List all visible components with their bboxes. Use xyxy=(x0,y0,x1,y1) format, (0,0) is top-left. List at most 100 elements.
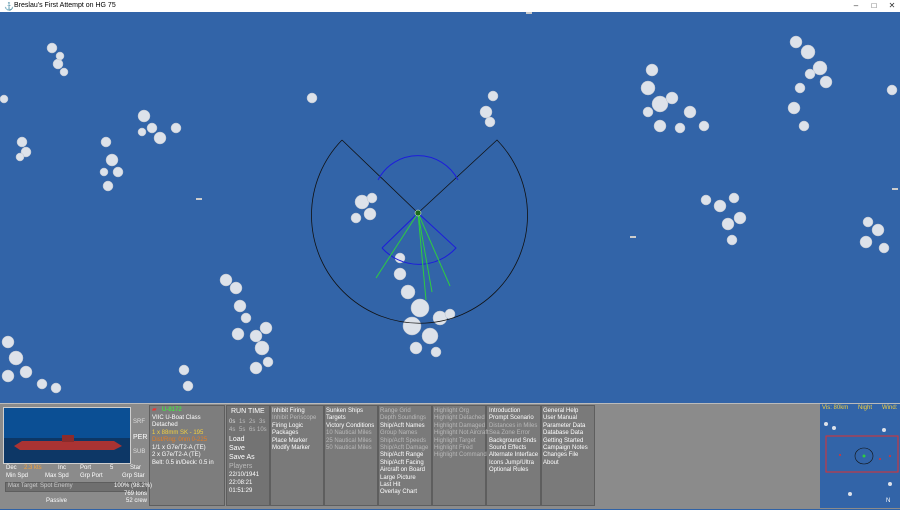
menu-item-ship-damage[interactable]: Ship/Acft Damage xyxy=(380,445,428,452)
menu-item-aircraft-on-board[interactable]: Aircraft on Board xyxy=(380,467,428,474)
menu-item-database-data[interactable]: Database Data xyxy=(543,430,588,437)
periscope-button[interactable]: PER xyxy=(133,434,147,441)
menu-item-parameter-data[interactable]: Parameter Data xyxy=(543,423,588,430)
menu-item-10nm[interactable]: 10 Nautical Miles xyxy=(326,430,374,437)
map-canvas[interactable] xyxy=(0,12,900,403)
menu-item-icons-jump-ultra[interactable]: Icons Jump/Ultra xyxy=(489,460,538,467)
menu-item-modify-marker[interactable]: Modify Marker xyxy=(272,445,316,452)
menu-item-last-hit[interactable]: Last Hit xyxy=(380,482,428,489)
menu-item-general-help[interactable]: General Help xyxy=(543,408,588,415)
ship-marker xyxy=(526,12,532,14)
maximize-icon[interactable]: □ xyxy=(866,0,882,12)
menu-item-highlight-detached[interactable]: Highlight Detached xyxy=(434,415,489,422)
menu-item-packages[interactable]: Packages xyxy=(272,430,316,437)
menu-item-background-sounds[interactable]: Background Snds xyxy=(489,438,538,445)
menu-item-inhibit-firing[interactable]: Inhibit Firing xyxy=(272,408,316,415)
menu-item-25nm[interactable]: 25 Nautical Miles xyxy=(326,438,374,445)
menu-item-victory-conditions[interactable]: Victory Conditions xyxy=(326,423,374,430)
minimize-icon[interactable]: – xyxy=(848,0,864,12)
menu-item-range-grid[interactable]: Range Grid xyxy=(380,408,428,415)
menu-item-ship-names[interactable]: Ship/Acft Names xyxy=(380,423,428,430)
ship-marker xyxy=(630,236,636,238)
menu-item-user-manual[interactable]: User Manual xyxy=(543,415,588,422)
speed-3s[interactable]: 3s xyxy=(259,419,265,426)
menu-item-changes-file[interactable]: Changes File xyxy=(543,452,588,459)
menu-item-introduction[interactable]: Introduction xyxy=(489,408,538,415)
menu-item-large-picture[interactable]: Large Picture xyxy=(380,475,428,482)
port-button[interactable]: Port xyxy=(80,465,91,472)
speed-1s[interactable]: 1s xyxy=(239,419,245,426)
max-speed-button[interactable]: Max Spd xyxy=(45,473,69,480)
menu-item-about[interactable]: About xyxy=(543,460,588,467)
menu-column-4: Highlight Org Highlight Detached Highlig… xyxy=(434,408,489,460)
save-button[interactable]: Save xyxy=(229,445,245,452)
menu-item-highlight-command[interactable]: Highlight Command xyxy=(434,452,489,459)
starboard-button[interactable]: Star xyxy=(130,465,141,472)
speed-5s[interactable]: 5s xyxy=(239,427,245,434)
weapon-line-4: 2 x G7e/T2-A (TE) xyxy=(152,452,201,458)
save-as-button[interactable]: Save As xyxy=(229,454,255,461)
menu-item-distances-miles[interactable]: Distances in Miles xyxy=(489,423,538,430)
menu-item-firing-logic[interactable]: Firing Logic xyxy=(272,423,316,430)
menu-item-sea-zone-error[interactable]: Sea Zone Error xyxy=(489,430,538,437)
menu-item-optional-rules[interactable]: Optional Rules xyxy=(489,467,538,474)
decrease-speed-button[interactable]: Dec xyxy=(6,465,17,472)
vision-arc-top xyxy=(377,155,459,181)
max-target-button[interactable]: Max Target xyxy=(8,483,38,490)
menu-item-overlay-chart[interactable]: Overlay Chart xyxy=(380,489,428,496)
menu-item-ship-speeds[interactable]: Ship/Acft Speeds xyxy=(380,438,428,445)
menu-item-ship-facing[interactable]: Ship/Acft Facing xyxy=(380,460,428,467)
menu-item-alternate-interface[interactable]: Alternate Interface xyxy=(489,452,538,459)
min-speed-button[interactable]: Min Spd xyxy=(6,473,28,480)
players-button[interactable]: Players xyxy=(229,463,252,470)
menu-item-highlight-not-aircraft[interactable]: Highlight Not Aircraft xyxy=(434,430,489,437)
game-date: 22/10/1941 xyxy=(229,472,260,478)
menu-item-getting-started[interactable]: Getting Started xyxy=(543,438,588,445)
menu-item-highlight-fired[interactable]: Highlight Fired xyxy=(434,445,489,452)
menu-item-sunken-ships[interactable]: Sunken Ships xyxy=(326,408,374,415)
visibility-label: Vis: 80km xyxy=(822,405,849,411)
speed-4s[interactable]: 4s xyxy=(229,427,235,434)
wind-label: Wind: xyxy=(882,405,898,411)
cloud xyxy=(99,136,124,192)
group-starboard-button[interactable]: Grp Star xyxy=(122,473,145,480)
load-button[interactable]: Load xyxy=(229,436,245,443)
menu-item-ship-range[interactable]: Ship/Acft Range xyxy=(380,452,428,459)
close-icon[interactable]: ✕ xyxy=(884,0,900,12)
readiness-percent: 100% (98.2%) xyxy=(114,483,153,489)
unit-name: U-8172 xyxy=(162,407,182,413)
minimap-unit xyxy=(862,454,866,458)
group-port-button[interactable]: Grp Port xyxy=(80,473,103,480)
menu-item-group-names[interactable]: Group Names xyxy=(380,430,428,437)
menu-item-depth-soundings[interactable]: Depth Soundings xyxy=(380,415,428,422)
cloud xyxy=(306,92,318,104)
spot-enemy-button[interactable]: Spot Enemy xyxy=(40,483,73,490)
menu-item-prompt-scenario[interactable]: Prompt Scenario xyxy=(489,415,538,422)
elapsed-time: 01:51:29 xyxy=(229,488,253,494)
cloud xyxy=(859,216,890,254)
menu-item-50nm[interactable]: 50 Nautical Miles xyxy=(326,445,374,452)
cloud xyxy=(219,273,274,375)
speed-6s[interactable]: 6s xyxy=(249,427,255,434)
menu-item-place-marker[interactable]: Place Marker xyxy=(272,438,316,445)
red-flag-icon: ▰ xyxy=(152,407,157,413)
speed-2s[interactable]: 2s xyxy=(249,419,255,426)
weapon-line-3: 1/1 x G7e/T2-A (TE) xyxy=(152,445,206,451)
armor-line: Belt: 0.5 in/Deck: 0.5 in xyxy=(152,460,214,466)
speed-10s[interactable]: 10s xyxy=(257,427,267,434)
map-view[interactable] xyxy=(0,12,900,403)
sonar-mode[interactable]: Passive xyxy=(46,498,67,505)
menu-item-highlight-org[interactable]: Highlight Org xyxy=(434,408,489,415)
menu-item-highlight-damaged[interactable]: Highlight Damaged xyxy=(434,423,489,430)
surface-button[interactable]: SRF xyxy=(133,419,145,426)
run-time-button[interactable]: RUN TIME xyxy=(231,408,265,415)
minimap[interactable]: Vis: 80km Night Wind: N xyxy=(820,404,900,508)
menu-item-highlight-target[interactable]: Highlight Target xyxy=(434,438,489,445)
increase-speed-button[interactable]: Inc xyxy=(58,465,66,472)
menu-item-inhibit-periscope[interactable]: Inhibit Periscope xyxy=(272,415,316,422)
menu-item-campaign-notes[interactable]: Campaign Notes xyxy=(543,445,588,452)
speed-0s[interactable]: 0s xyxy=(229,419,235,426)
menu-item-targets[interactable]: Targets xyxy=(326,415,374,422)
submerged-button[interactable]: SUB xyxy=(133,449,145,456)
menu-item-sound-effects[interactable]: Sound Effects xyxy=(489,445,538,452)
